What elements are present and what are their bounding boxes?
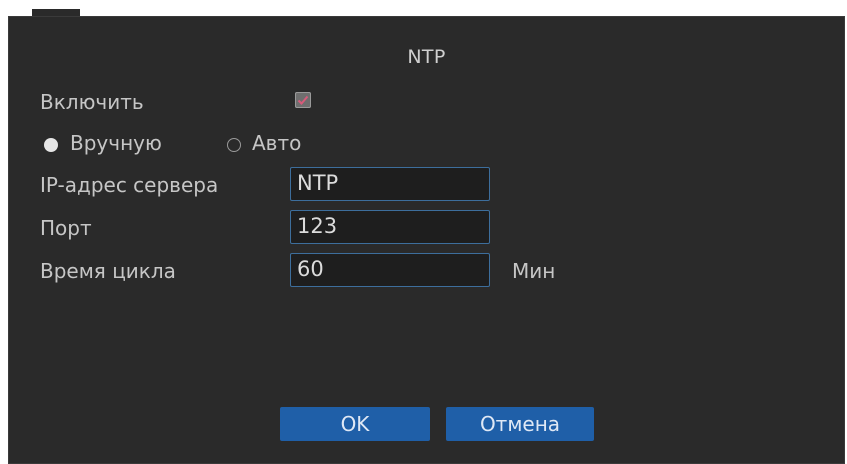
auto-radio[interactable]: [227, 138, 241, 152]
cycle-time-label: Время цикла: [40, 259, 176, 283]
dialog-title: NTP: [407, 46, 446, 68]
manual-radio[interactable]: [44, 138, 58, 152]
auto-radio-label[interactable]: Авто: [252, 131, 301, 155]
port-label: Порт: [40, 216, 92, 240]
ntp-dialog: NTP Включить Вручную Авто IP-адрес серве…: [8, 16, 845, 464]
window-edge-mark: [32, 9, 80, 16]
port-input[interactable]: 123: [290, 210, 490, 244]
ok-button[interactable]: OK: [280, 407, 430, 441]
enable-label: Включить: [40, 90, 144, 114]
cycle-time-input[interactable]: 60: [290, 253, 490, 287]
server-address-label: IP-адрес сервера: [40, 173, 219, 197]
top-strip: [0, 0, 847, 16]
checkmark-icon: [297, 95, 309, 105]
cancel-button[interactable]: Отмена: [446, 407, 594, 441]
server-address-input[interactable]: NTP: [290, 167, 490, 201]
enable-checkbox[interactable]: [295, 92, 311, 108]
manual-radio-label[interactable]: Вручную: [70, 131, 162, 155]
cycle-time-unit: Мин: [512, 259, 556, 283]
